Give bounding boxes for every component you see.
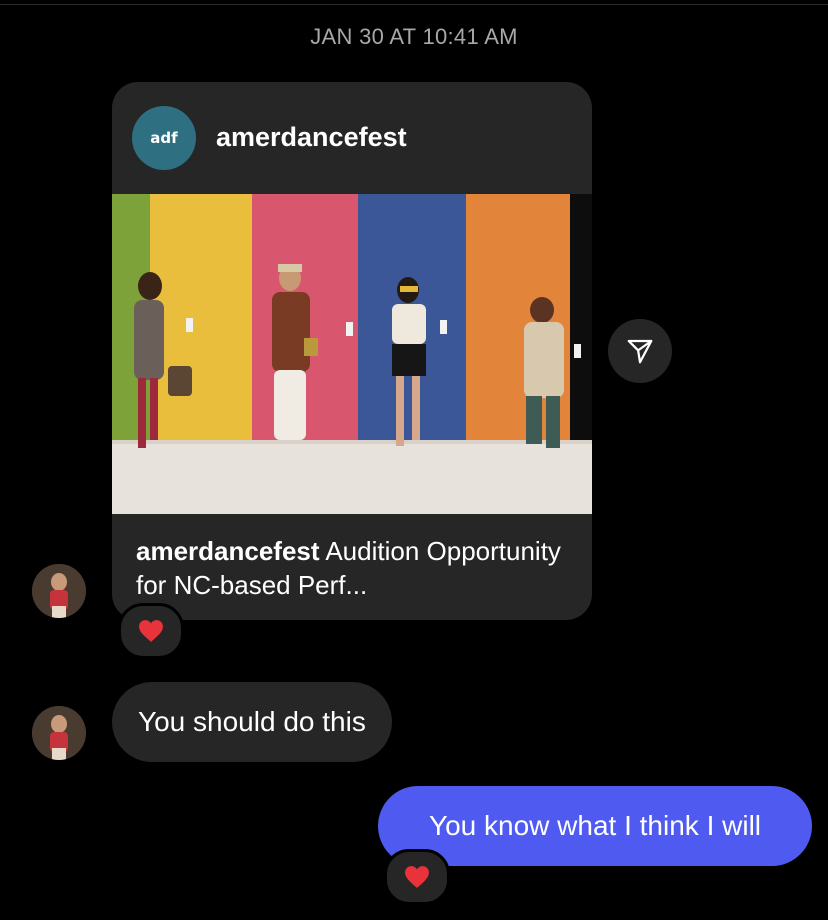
share-post-button[interactable] <box>608 319 672 383</box>
shared-post-card[interactable]: adf amerdancefest amerdancefest Audition… <box>112 82 592 620</box>
caption-username: amerdancefest <box>136 536 320 566</box>
post-author-avatar[interactable]: adf <box>132 106 196 170</box>
top-divider <box>0 4 828 5</box>
send-icon <box>627 339 653 364</box>
heart-icon <box>405 866 429 888</box>
avatar-photo <box>32 706 86 760</box>
adf-logo: adf <box>150 129 178 147</box>
post-caption[interactable]: amerdancefest Audition Opportunity for N… <box>136 534 576 602</box>
heart-icon <box>139 620 163 642</box>
sender-avatar[interactable] <box>32 564 86 618</box>
dancers-photo <box>112 194 592 514</box>
post-image[interactable] <box>112 194 592 514</box>
thread-timestamp: JAN 30 AT 10:41 AM <box>310 24 518 49</box>
incoming-message-bubble[interactable]: You should do this <box>112 682 392 762</box>
post-reaction-badge[interactable] <box>118 603 184 659</box>
outgoing-message-bubble[interactable]: You know what I think I will <box>378 786 812 866</box>
post-header[interactable]: adf amerdancefest <box>112 82 592 194</box>
sender-avatar[interactable] <box>32 706 86 760</box>
avatar-photo <box>32 564 86 618</box>
outgoing-reaction-badge[interactable] <box>384 849 450 905</box>
post-author-username[interactable]: amerdancefest <box>216 122 407 153</box>
